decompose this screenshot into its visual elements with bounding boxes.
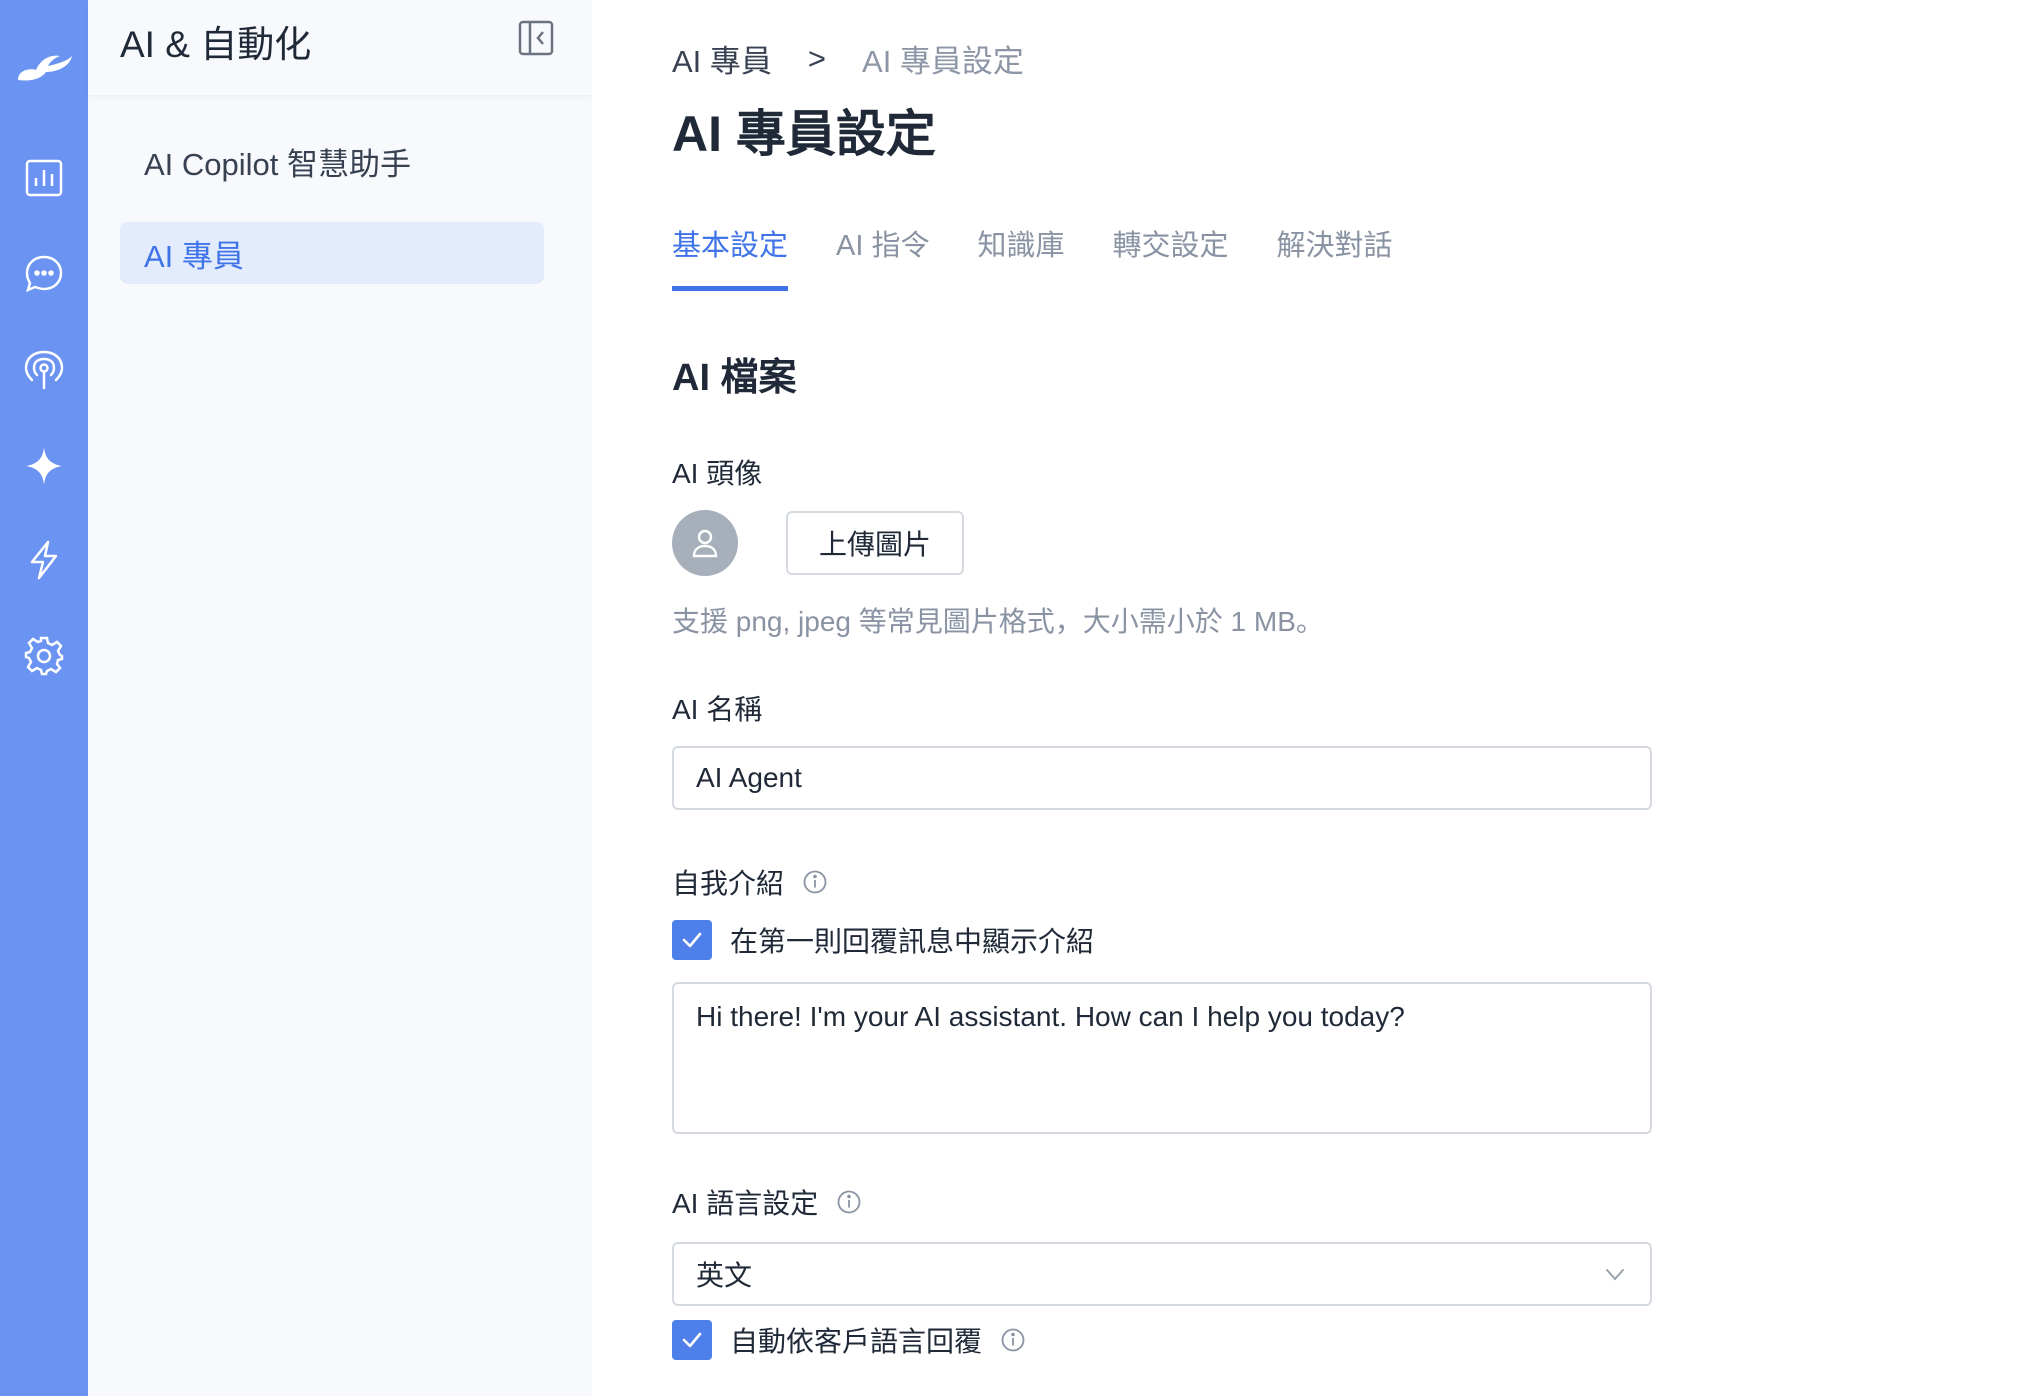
avatar (672, 510, 738, 576)
avatar-label: AI 頭像 (672, 452, 762, 492)
info-icon[interactable] (802, 869, 828, 895)
language-select-value: 英文 (696, 1260, 753, 1291)
chevron-down-icon (1606, 1269, 1624, 1281)
tab-resolve-conversation[interactable]: 解決對話 (1277, 222, 1393, 291)
ai-name-label-text: AI 名稱 (672, 694, 763, 725)
user-icon (692, 529, 718, 558)
ai-name-label: AI 名稱 (672, 688, 762, 728)
page-title: AI 專員設定 (672, 106, 936, 162)
intro-label: 自我介紹 (672, 862, 828, 902)
tab-knowledge-base[interactable]: 知識庫 (977, 222, 1064, 291)
intro-textarea[interactable]: Hi there! I'm your AI assistant. How can… (672, 982, 1652, 1134)
settings-icon[interactable] (14, 626, 74, 686)
auto-language-checkbox[interactable] (672, 1320, 712, 1360)
intro-label-text: 自我介紹 (672, 868, 785, 899)
show-intro-checkbox-label: 在第一則回覆訊息中顯示介紹 (730, 926, 1095, 957)
show-intro-checkbox-row: 在第一則回覆訊息中顯示介紹 (672, 920, 1094, 960)
breadcrumb-separator: > (807, 40, 827, 76)
upload-image-button[interactable]: 上傳圖片 (786, 511, 964, 575)
info-icon[interactable] (1000, 1327, 1026, 1353)
brand-logo-icon[interactable] (14, 36, 74, 96)
icon-rail (0, 0, 88, 1396)
language-label: AI 語言設定 (672, 1182, 862, 1222)
sidebar-item-ai-agent[interactable]: AI 專員 (120, 222, 544, 284)
sidebar-header: AI & 自動化 (88, 0, 592, 96)
analytics-icon[interactable] (14, 148, 74, 208)
language-label-text: AI 語言設定 (672, 1188, 819, 1219)
tab-bar: 基本設定 AI 指令 知識庫 轉交設定 解決對話 (672, 222, 1393, 291)
language-select[interactable]: 英文 (672, 1242, 1652, 1306)
automation-icon[interactable] (14, 530, 74, 590)
avatar-format-hint: 支援 png, jpeg 等常見圖片格式，大小需小於 1 MB。 (672, 606, 1324, 637)
tab-ai-instructions[interactable]: AI 指令 (836, 222, 929, 291)
sidebar-item-label: AI 專員 (144, 238, 244, 274)
main-content: AI 專員 > AI 專員設定 AI 專員設定 基本設定 AI 指令 知識庫 轉… (592, 0, 2044, 1396)
breadcrumb: AI 專員 > AI 專員設定 (672, 36, 1024, 81)
section-title-ai-profile: AI 檔案 (672, 357, 797, 399)
info-icon[interactable] (836, 1189, 862, 1215)
check-icon (682, 1332, 702, 1348)
broadcast-icon[interactable] (14, 340, 74, 400)
sidebar-item-ai-copilot[interactable]: AI Copilot 智慧助手 (120, 130, 544, 192)
ai-sparkle-icon[interactable] (14, 436, 74, 496)
avatar-label-text: AI 頭像 (672, 458, 763, 489)
auto-language-checkbox-label: 自動依客戶語言回覆 (730, 1326, 983, 1357)
tab-handover-settings[interactable]: 轉交設定 (1113, 222, 1229, 291)
ai-name-input[interactable] (672, 746, 1652, 810)
sidebar-collapse-icon[interactable] (516, 18, 556, 58)
check-icon (682, 932, 702, 948)
auto-language-checkbox-row: 自動依客戶語言回覆 (672, 1320, 1026, 1360)
secondary-sidebar: AI & 自動化 AI Copilot 智慧助手 AI 專員 (88, 0, 592, 1396)
show-intro-checkbox[interactable] (672, 920, 712, 960)
sidebar-item-label: AI Copilot 智慧助手 (144, 146, 412, 182)
breadcrumb-current: AI 專員設定 (862, 44, 1024, 79)
chat-icon[interactable] (14, 244, 74, 304)
tab-basic-settings[interactable]: 基本設定 (672, 222, 789, 291)
breadcrumb-parent[interactable]: AI 專員 (672, 36, 772, 81)
sidebar-title: AI & 自動化 (120, 24, 312, 65)
